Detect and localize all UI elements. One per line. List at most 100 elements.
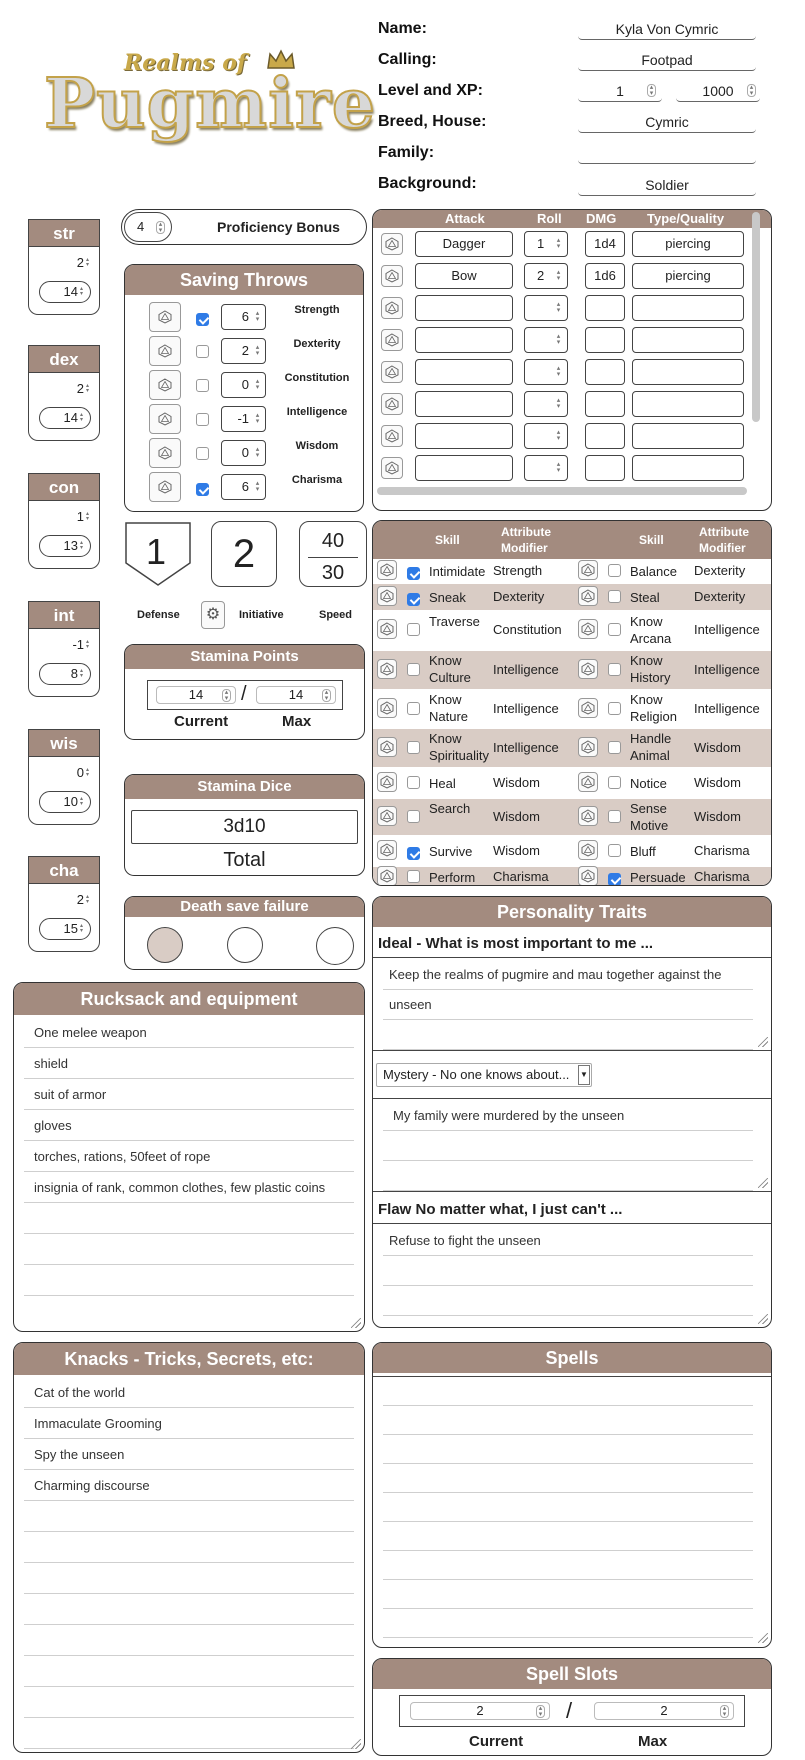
attribute-modifier-field[interactable]: 0 ▴ ▾	[77, 765, 91, 780]
attack-roll-field[interactable]: ▴ ▾	[524, 295, 568, 321]
level-spinner-icon[interactable]: ▴ ▾	[647, 84, 656, 97]
attack-name-field[interactable]	[415, 295, 513, 321]
attribute-score-spinner-icon[interactable]: ▴ ▾	[78, 412, 85, 424]
mystery-resize-handle-icon[interactable]	[758, 1178, 768, 1188]
saving-throw-value-field[interactable]: 6 ▴ ▾	[221, 304, 266, 330]
attack-type-field[interactable]	[632, 327, 744, 353]
chevron-down-icon[interactable]: ▼	[578, 1065, 590, 1085]
d20-die-icon[interactable]	[377, 586, 397, 606]
calling-field[interactable]: Footpad	[578, 49, 756, 71]
attack-roll-spinner-icon[interactable]: ▴ ▾	[554, 237, 563, 251]
saving-throw-spinner-icon[interactable]: ▴ ▾	[253, 378, 262, 392]
stamina-max-spinner-icon[interactable]: ▴ ▾	[322, 689, 331, 702]
saving-throw-spinner-icon[interactable]: ▴ ▾	[253, 412, 262, 426]
attack-dmg-field[interactable]	[585, 391, 625, 417]
attribute-score-field[interactable]: 8 ▴ ▾	[39, 663, 91, 685]
d20-die-icon[interactable]	[381, 457, 403, 479]
attack-dmg-field[interactable]	[585, 455, 625, 481]
speed-box[interactable]: 40 30	[299, 521, 367, 587]
ideal-resize-handle-icon[interactable]	[758, 1037, 768, 1047]
attack-dmg-field[interactable]	[585, 423, 625, 449]
xp-field[interactable]: 1000 ▴ ▾	[676, 80, 760, 102]
saving-throw-spinner-icon[interactable]: ▴ ▾	[253, 480, 262, 494]
attack-dmg-field[interactable]	[585, 359, 625, 385]
attack-type-field[interactable]	[632, 423, 744, 449]
d20-die-icon[interactable]	[149, 404, 181, 434]
saving-throw-spinner-icon[interactable]: ▴ ▾	[253, 446, 262, 460]
spells-resize-handle-icon[interactable]	[758, 1633, 768, 1643]
skill-proficiency-checkbox[interactable]	[407, 566, 420, 580]
attribute-modifier-spinner-icon[interactable]: ▴ ▾	[84, 257, 91, 269]
saving-throw-value-field[interactable]: 2 ▴ ▾	[221, 338, 266, 364]
d20-die-icon[interactable]	[381, 425, 403, 447]
attack-roll-field[interactable]: 2 ▴ ▾	[524, 263, 568, 289]
flaw-textarea[interactable]: Refuse to fight the unseen	[373, 1223, 771, 1327]
stamina-current-field[interactable]: 14 ▴ ▾	[156, 686, 236, 704]
attribute-score-field[interactable]: 14 ▴ ▾	[39, 281, 91, 303]
proficiency-value-field[interactable]: 4 ▴ ▾	[124, 212, 172, 242]
attack-roll-field[interactable]: ▴ ▾	[524, 327, 568, 353]
d20-die-icon[interactable]	[377, 806, 397, 826]
skill-proficiency-checkbox[interactable]	[608, 623, 621, 636]
attack-roll-spinner-icon[interactable]: ▴ ▾	[554, 397, 563, 411]
attribute-modifier-spinner-icon[interactable]: ▴ ▾	[84, 767, 91, 779]
saving-throw-spinner-icon[interactable]: ▴ ▾	[253, 310, 262, 324]
d20-die-icon[interactable]	[377, 698, 397, 718]
skill-proficiency-checkbox[interactable]	[407, 741, 420, 754]
attribute-score-field[interactable]: 13 ▴ ▾	[39, 535, 91, 557]
attack-type-field[interactable]: piercing	[632, 231, 744, 257]
d20-die-icon[interactable]	[578, 737, 598, 757]
family-field[interactable]	[578, 142, 756, 164]
saving-throw-spinner-icon[interactable]: ▴ ▾	[253, 344, 262, 358]
attribute-modifier-field[interactable]: -1 ▴ ▾	[72, 637, 91, 652]
knacks-textarea[interactable]: Cat of the world Immaculate Grooming Spy t…	[14, 1377, 364, 1752]
attack-roll-field[interactable]: ▴ ▾	[524, 455, 568, 481]
d20-die-icon[interactable]	[578, 806, 598, 826]
initiative-die-icon[interactable]: ⚙	[201, 601, 225, 629]
spell-slots-current-field[interactable]: 2 ▴ ▾	[410, 1702, 550, 1720]
attack-type-field[interactable]: piercing	[632, 263, 744, 289]
d20-die-icon[interactable]	[377, 737, 397, 757]
name-field[interactable]: Kyla Von Cymric	[578, 18, 756, 40]
skill-proficiency-checkbox[interactable]	[608, 810, 621, 823]
skill-proficiency-checkbox[interactable]	[407, 592, 420, 606]
d20-die-icon[interactable]	[377, 619, 397, 639]
saving-throw-value-field[interactable]: 0 ▴ ▾	[221, 440, 266, 466]
attribute-modifier-field[interactable]: 2 ▴ ▾	[77, 892, 91, 907]
attribute-modifier-field[interactable]: 2 ▴ ▾	[77, 381, 91, 396]
saving-throw-proficiency-checkbox[interactable]	[196, 447, 209, 460]
attribute-score-field[interactable]: 10 ▴ ▾	[39, 791, 91, 813]
d20-die-icon[interactable]	[381, 393, 403, 415]
initiative-box[interactable]: 2	[211, 521, 277, 587]
skill-proficiency-checkbox[interactable]	[608, 844, 621, 857]
d20-die-icon[interactable]	[149, 472, 181, 502]
attack-roll-field[interactable]: ▴ ▾	[524, 391, 568, 417]
attack-type-field[interactable]	[632, 295, 744, 321]
stamina-max-field[interactable]: 14 ▴ ▾	[256, 686, 336, 704]
saving-throw-value-field[interactable]: -1 ▴ ▾	[221, 406, 266, 432]
attack-name-field[interactable]: Dagger	[415, 231, 513, 257]
attack-name-field[interactable]: Bow	[415, 263, 513, 289]
attack-roll-field[interactable]: 1 ▴ ▾	[524, 231, 568, 257]
attack-dmg-field[interactable]	[585, 327, 625, 353]
attack-roll-field[interactable]: ▴ ▾	[524, 359, 568, 385]
rucksack-resize-handle-icon[interactable]	[351, 1318, 361, 1328]
skill-proficiency-checkbox[interactable]	[608, 564, 621, 577]
proficiency-spinner-icon[interactable]: ▴ ▾	[156, 221, 165, 234]
d20-die-icon[interactable]	[578, 840, 598, 860]
attack-name-field[interactable]	[415, 455, 513, 481]
d20-die-icon[interactable]	[149, 302, 181, 332]
attribute-score-spinner-icon[interactable]: ▴ ▾	[78, 668, 85, 680]
d20-die-icon[interactable]	[578, 586, 598, 606]
attribute-score-spinner-icon[interactable]: ▴ ▾	[78, 923, 85, 935]
skill-proficiency-checkbox[interactable]	[407, 702, 420, 715]
spells-textarea[interactable]	[373, 1376, 771, 1646]
skill-proficiency-checkbox[interactable]	[608, 663, 621, 676]
attribute-modifier-field[interactable]: 1 ▴ ▾	[77, 509, 91, 524]
d20-die-icon[interactable]	[578, 866, 598, 885]
ideal-textarea[interactable]: Keep the realms of pugmire and mau toget…	[373, 957, 771, 1051]
knacks-resize-handle-icon[interactable]	[351, 1739, 361, 1749]
d20-die-icon[interactable]	[149, 370, 181, 400]
defense-value[interactable]: 1	[146, 531, 166, 573]
xp-spinner-icon[interactable]: ▴ ▾	[747, 84, 756, 97]
